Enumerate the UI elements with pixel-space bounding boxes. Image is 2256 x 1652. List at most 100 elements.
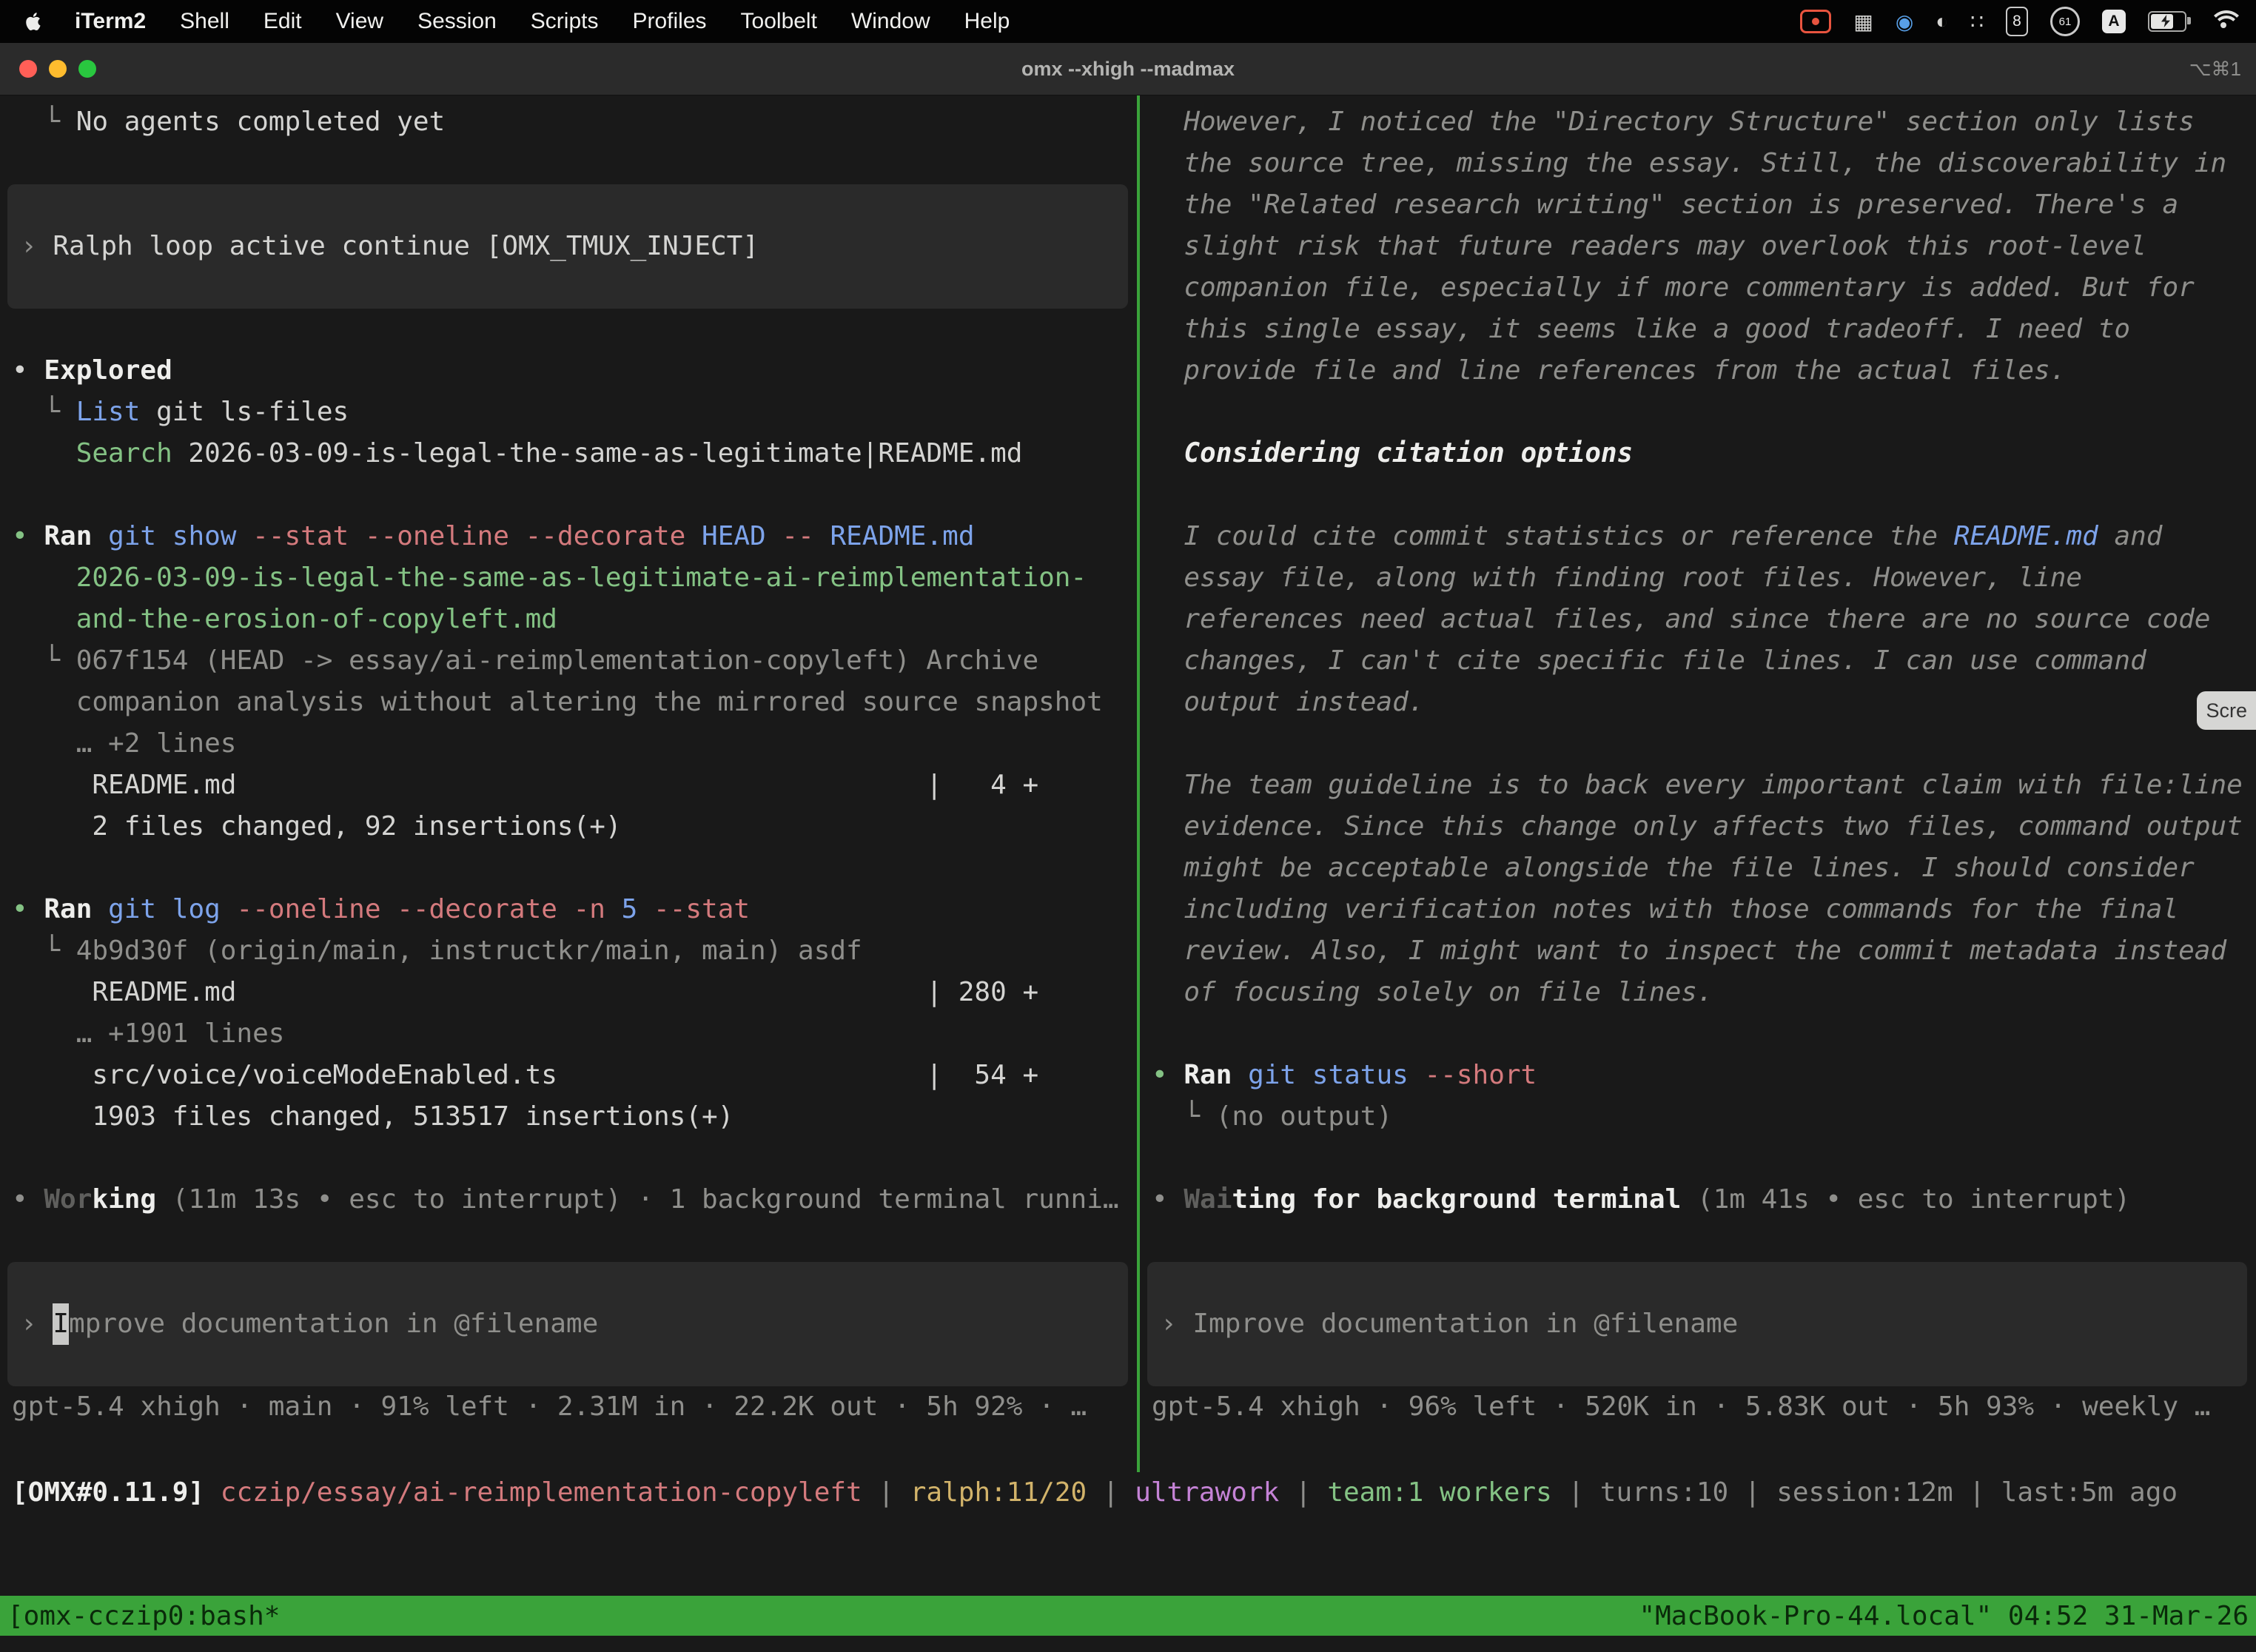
menu-scripts[interactable]: Scripts <box>514 9 616 34</box>
menu-view[interactable]: View <box>319 9 400 34</box>
text-segment: gpt-5.4 xhigh · main · 91% left · 2.31M … <box>12 1391 1087 1422</box>
ralph-loop-banner: › Ralph loop active continue [OMX_TMUX_I… <box>7 184 1128 309</box>
menu-help[interactable]: Help <box>947 9 1027 34</box>
blank-line <box>12 1138 1137 1179</box>
text-segment: references need actual files, and since … <box>1152 604 2210 634</box>
text-segment: [OMX#0.11.9] <box>12 1477 221 1508</box>
blank-line <box>1152 1138 2256 1179</box>
dots-app-icon[interactable]: ∷ <box>1970 10 1984 34</box>
text-segment: this single essay, it seems like a good … <box>1152 314 2130 344</box>
menu-edit[interactable]: Edit <box>246 9 319 34</box>
menu-shell[interactable]: Shell <box>163 9 246 34</box>
right-pane[interactable]: However, I noticed the "Directory Struct… <box>1140 95 2256 1472</box>
blank-line <box>1152 1220 2256 1262</box>
blank-line <box>12 1220 1137 1262</box>
prompt-input[interactable]: › Improve documentation in @filename <box>1147 1262 2247 1386</box>
text-segment: and-the-erosion-of-copyleft.md <box>12 604 557 634</box>
text-segment: Ran <box>44 521 92 551</box>
menu-toolbelt[interactable]: Toolbelt <box>724 9 834 34</box>
terminal-line: companion file, especially if more comme… <box>1152 267 2256 309</box>
text-segment: | <box>1953 1477 2001 1508</box>
terminal-line: this single essay, it seems like a good … <box>1152 309 2256 350</box>
battery-percent-icon[interactable]: 61 <box>2050 7 2080 36</box>
text-segment <box>1232 1060 1248 1090</box>
text-segment: Ran <box>44 894 92 924</box>
text-segment: List <box>76 397 141 427</box>
terminal-line: including verification notes with those … <box>1152 889 2256 930</box>
blank-line <box>12 309 1137 350</box>
text-segment: | <box>862 1477 910 1508</box>
terminal-line: changes, I can't cite specific file line… <box>1152 640 2256 682</box>
close-button[interactable] <box>19 60 37 78</box>
terminal-line: README.md | 280 + <box>12 972 1137 1013</box>
text-segment: might be acceptable alongside the file l… <box>1152 853 2195 883</box>
terminal-line: … +2 lines <box>12 723 1137 765</box>
terminal-line: README.md | 4 + <box>12 765 1137 806</box>
grid-app-icon[interactable]: ▦ <box>1853 10 1873 34</box>
text-segment: └ <box>12 107 76 137</box>
text-segment: Improve documentation in @filename <box>1192 1303 1738 1345</box>
terminal-line: 1903 files changed, 513517 insertions(+) <box>12 1096 1137 1138</box>
terminal-line: 2026-03-09-is-legal-the-same-as-legitima… <box>12 557 1137 599</box>
zoom-button[interactable] <box>78 60 96 78</box>
text-segment: src/voice/voiceModeEnabled.ts | 54 + <box>12 1060 1038 1090</box>
text-segment: 1903 files changed, 513517 insertions(+) <box>12 1101 733 1132</box>
text-segment: Search <box>76 438 172 469</box>
model-status-line: gpt-5.4 xhigh · 96% left · 520K in · 5.8… <box>1152 1386 2256 1428</box>
terminal-empty-area <box>0 1514 2256 1596</box>
wifi-icon[interactable] <box>2209 10 2238 33</box>
moon-app-icon[interactable]: ◐ <box>1936 10 1948 33</box>
text-segment: Ralph loop active continue [OMX_TMUX_INJ… <box>53 226 759 267</box>
reasoning-heading: Considering citation options <box>1152 433 2256 474</box>
screen-edge-tab[interactable]: Scre <box>2197 691 2256 730</box>
text-segment: • <box>1152 1060 1184 1090</box>
swirl-app-icon[interactable]: ◉ <box>1896 10 1913 34</box>
prompt-input[interactable]: › Improve documentation in @filename <box>7 1262 1128 1386</box>
text-segment: changes, I can't cite specific file line… <box>1152 645 2146 676</box>
menu-window[interactable]: Window <box>834 9 947 34</box>
text-segment: of focusing solely on file lines. <box>1152 977 1713 1007</box>
omx-session-info: [OMX#0.11.9] cczip/essay/ai-reimplementa… <box>12 1472 2256 1514</box>
text-segment: 4b9d30f (origin/main, instructkr/main, m… <box>76 936 862 966</box>
text-segment: › <box>21 226 53 267</box>
text-segment: and <box>2098 521 2163 551</box>
text-segment: README.md | 280 + <box>12 977 1038 1007</box>
terminal-line: … +1901 lines <box>12 1013 1137 1055</box>
minimize-button[interactable] <box>49 60 67 78</box>
blank-line <box>1152 474 2256 516</box>
text-segment: ting for background terminal <box>1232 1184 1681 1215</box>
menu-profiles[interactable]: Profiles <box>615 9 723 34</box>
blank-line <box>1152 392 2256 433</box>
text-segment: • <box>1152 1184 1184 1215</box>
model-status-line: gpt-5.4 xhigh · main · 91% left · 2.31M … <box>12 1386 1137 1428</box>
battery-icon[interactable] <box>2148 11 2186 32</box>
menu-session[interactable]: Session <box>400 9 514 34</box>
text-segment: Considering citation options <box>1184 438 1633 469</box>
terminal-line: • Explored <box>12 350 1137 392</box>
menu-iterm2[interactable]: iTerm2 <box>58 9 163 34</box>
tmux-status-bar: [omx-cczip0:bash* "MacBook-Pro-44.local"… <box>0 1596 2256 1636</box>
traffic-lights <box>0 60 96 78</box>
terminal-line: essay file, along with finding root file… <box>1152 557 2256 599</box>
terminal-line: └ 4b9d30f (origin/main, instructkr/main,… <box>12 930 1137 972</box>
window-title: omx --xhigh --madmax <box>1021 58 1235 81</box>
text-segment: … +1901 lines <box>12 1018 284 1049</box>
text-segment: companion analysis without altering the … <box>12 687 1103 717</box>
text-segment: (11m 13s • esc to interrupt) <box>172 1184 622 1215</box>
terminal-line: • Ran git log --oneline --decorate -n 5 … <box>12 889 1137 930</box>
terminal-line: └ List git ls-files <box>12 392 1137 433</box>
key-app-icon[interactable]: 8 <box>2006 7 2028 36</box>
terminal: └ No agents completed yet › Ralph loop ac… <box>0 95 2256 1652</box>
text-segment: … +2 lines <box>12 728 236 759</box>
terminal-line: └ No agents completed yet <box>12 101 1137 143</box>
input-source-icon[interactable]: A <box>2102 10 2126 33</box>
recording-indicator-icon[interactable] <box>1800 10 1831 33</box>
terminal-line: and-the-erosion-of-copyleft.md <box>12 599 1137 640</box>
terminal-line: might be acceptable alongside the file l… <box>1152 847 2256 889</box>
text-segment: cczip/essay/ai-reimplementation-copyleft <box>221 1477 862 1508</box>
left-pane[interactable]: └ No agents completed yet › Ralph loop ac… <box>0 95 1137 1472</box>
text-segment: | <box>1087 1477 1135 1508</box>
apple-menu[interactable] <box>0 10 58 33</box>
blank-line <box>12 143 1137 184</box>
apple-icon <box>25 10 43 33</box>
